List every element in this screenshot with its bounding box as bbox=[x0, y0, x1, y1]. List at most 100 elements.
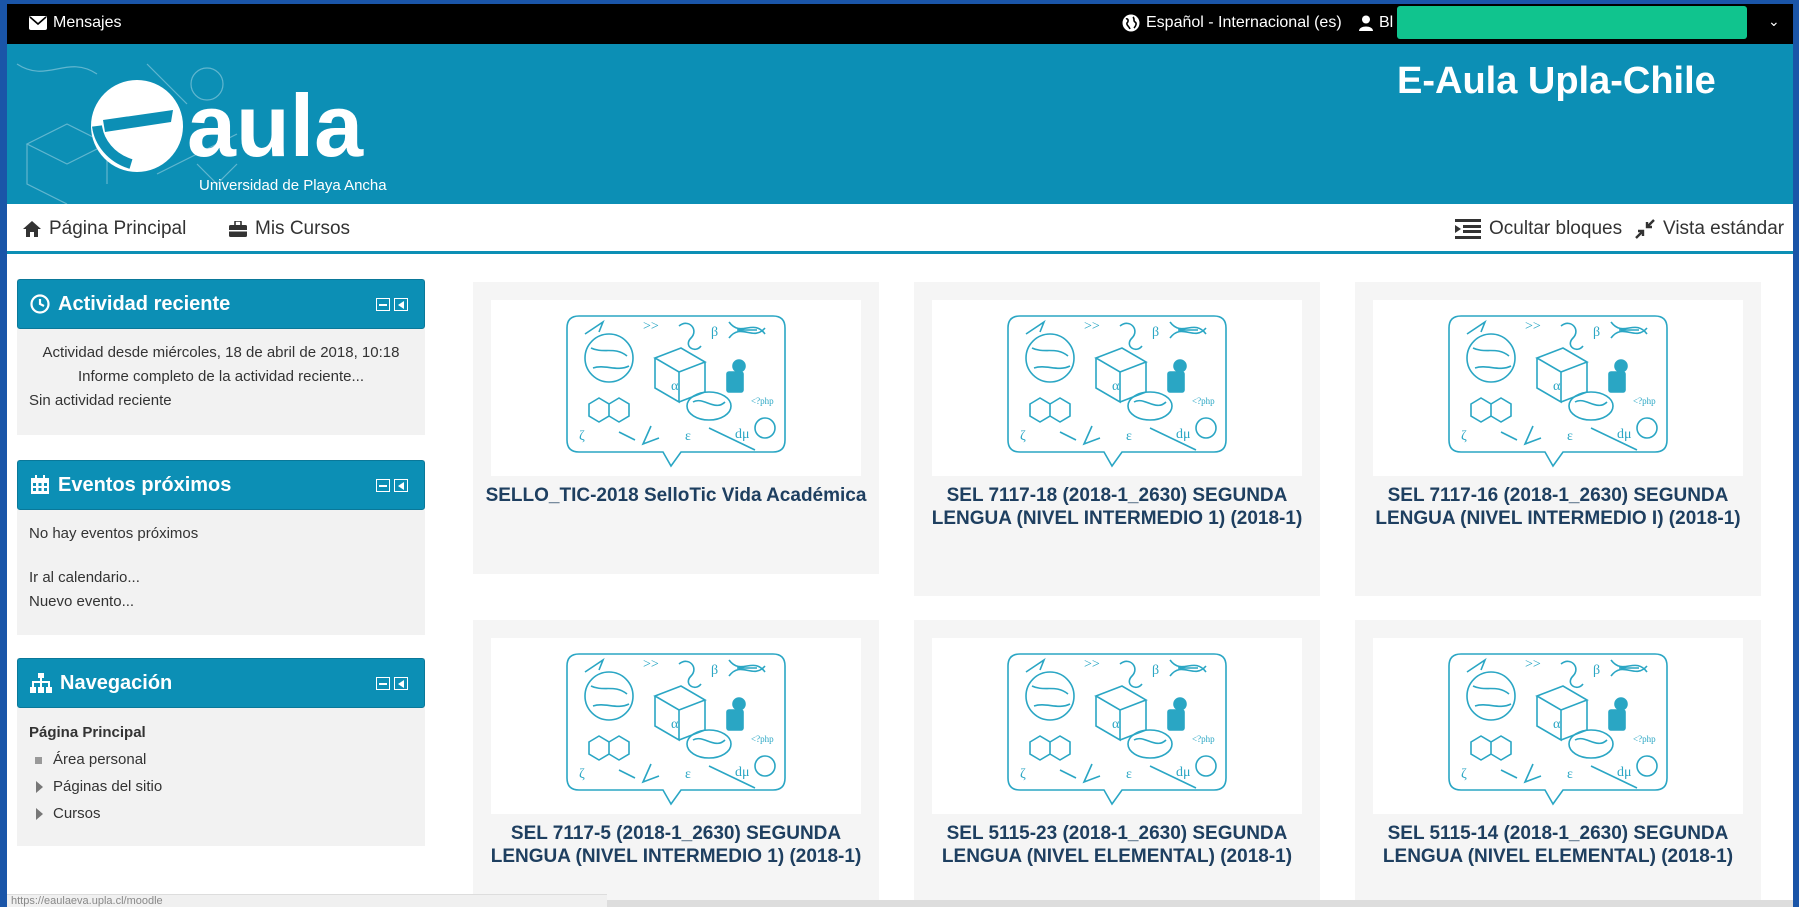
course-image: >> β α ε dμ ζ <?php bbox=[491, 300, 861, 476]
svg-text:dμ: dμ bbox=[1176, 427, 1191, 442]
svg-text:ε: ε bbox=[685, 429, 691, 444]
course-image: >> β α ε dμ ζ <?php bbox=[1373, 300, 1743, 476]
course-title[interactable]: SEL 7117-16 (2018-1_2630) SEGUNDA LENGUA… bbox=[1365, 484, 1751, 530]
nav-my-courses-label: Mis Cursos bbox=[255, 218, 351, 239]
calendar-icon bbox=[31, 475, 49, 494]
nav-tree-item-personal[interactable]: Área personal bbox=[29, 746, 413, 773]
nav-home-label: Página Principal bbox=[49, 218, 187, 239]
course-card[interactable]: >> β α ε dμ ζ <?php SEL 5115-14 (2018-1_2630) … bbox=[1355, 620, 1761, 907]
svg-text:α: α bbox=[1553, 379, 1561, 394]
indent-icon bbox=[1455, 219, 1481, 239]
svg-text:α: α bbox=[1553, 717, 1561, 732]
chevron-down-icon[interactable]: ⌄ bbox=[1768, 13, 1780, 30]
course-image: >> β α ε dμ ζ <?php bbox=[491, 638, 861, 814]
main-navigation: Página Principal Mis Cursos Ocultar bloq… bbox=[7, 204, 1793, 254]
calendar-link[interactable]: Ir al calendario... bbox=[29, 569, 140, 586]
minimize-icon[interactable] bbox=[376, 479, 390, 492]
svg-text:ε: ε bbox=[1567, 429, 1573, 444]
minimize-icon[interactable] bbox=[376, 677, 390, 690]
home-icon bbox=[23, 221, 41, 237]
redacted-user-name bbox=[1397, 6, 1747, 39]
nav-tree-item-label: Páginas del sitio bbox=[53, 778, 163, 795]
svg-text:>>: >> bbox=[643, 657, 659, 672]
svg-text:β: β bbox=[1593, 325, 1600, 340]
course-title[interactable]: SEL 5115-23 (2018-1_2630) SEGUNDA LENGUA… bbox=[924, 822, 1310, 868]
compress-icon bbox=[1635, 219, 1655, 239]
course-title[interactable]: SEL 5115-14 (2018-1_2630) SEGUNDA LENGUA… bbox=[1365, 822, 1751, 868]
svg-text:α: α bbox=[671, 717, 679, 732]
nav-tree-item-site-pages[interactable]: Páginas del sitio bbox=[29, 773, 413, 800]
course-card[interactable]: >> β α ε dμ ζ <?php SEL 7117-5 (2018-1_2630) S… bbox=[473, 620, 879, 907]
caret-right-icon bbox=[36, 781, 43, 793]
course-card[interactable]: >> β α ε dμ ζ <?php SEL 7117-16 (2018-1_2630) … bbox=[1355, 282, 1761, 596]
course-image: >> β α ε dμ ζ <?php bbox=[1373, 638, 1743, 814]
no-events-text: No hay eventos próximos bbox=[29, 525, 199, 542]
standard-view-button[interactable]: Vista estándar bbox=[1635, 218, 1784, 240]
nav-tree-home[interactable]: Página Principal bbox=[29, 724, 146, 741]
full-report-link[interactable]: Informe completo de la actividad recient… bbox=[78, 368, 364, 385]
clock-icon bbox=[30, 294, 50, 314]
course-title[interactable]: SEL 7117-5 (2018-1_2630) SEGUNDA LENGUA … bbox=[483, 822, 869, 868]
svg-text:dμ: dμ bbox=[735, 427, 750, 442]
browser-viewport: Mensajes Español - Internacional (es) Bl… bbox=[7, 4, 1793, 907]
hide-blocks-button[interactable]: Ocultar bloques bbox=[1455, 218, 1622, 240]
dock-icon[interactable] bbox=[394, 298, 408, 311]
upcoming-events-header: Eventos próximos bbox=[17, 460, 425, 510]
course-image: >> β α ε dμ ζ <?php bbox=[932, 300, 1302, 476]
sitemap-icon bbox=[30, 673, 52, 693]
new-event-link[interactable]: Nuevo evento... bbox=[29, 593, 134, 610]
svg-text:>>: >> bbox=[1084, 657, 1100, 672]
course-card[interactable]: >> β α ε dμ ζ <?php SELLO_TIC-2018 SelloTic Vi… bbox=[473, 282, 879, 574]
navigation-title: Navegación bbox=[60, 671, 173, 694]
nav-tree-item-courses[interactable]: Cursos bbox=[29, 800, 413, 827]
dock-icon[interactable] bbox=[394, 479, 408, 492]
navigation-header: Navegación bbox=[17, 658, 425, 708]
nav-home-link[interactable]: Página Principal bbox=[23, 218, 186, 240]
course-image: >> β α ε dμ ζ <?php bbox=[932, 638, 1302, 814]
course-title[interactable]: SEL 7117-18 (2018-1_2630) SEGUNDA LENGUA… bbox=[924, 484, 1310, 530]
svg-text:>>: >> bbox=[1525, 319, 1541, 334]
svg-text:ε: ε bbox=[1126, 767, 1132, 782]
svg-text:ζ: ζ bbox=[579, 429, 585, 444]
course-card[interactable]: >> β α ε dμ ζ <?php SEL 7117-18 (2018-1_2630) … bbox=[914, 282, 1320, 596]
svg-text:>>: >> bbox=[1525, 657, 1541, 672]
envelope-icon bbox=[29, 16, 47, 30]
svg-text:ζ: ζ bbox=[1020, 429, 1026, 444]
logo-subtitle: Universidad de Playa Ancha bbox=[199, 177, 387, 194]
upcoming-events-block: Eventos próximos No hay eventos próximos… bbox=[17, 460, 425, 635]
block-controls bbox=[376, 479, 408, 492]
svg-text:dμ: dμ bbox=[735, 765, 750, 780]
hide-blocks-label: Ocultar bloques bbox=[1489, 218, 1623, 239]
nav-my-courses-link[interactable]: Mis Cursos bbox=[229, 218, 350, 240]
user-menu[interactable]: Bl bbox=[1359, 14, 1393, 32]
minimize-icon[interactable] bbox=[376, 298, 390, 311]
no-activity-text: Sin actividad reciente bbox=[29, 392, 172, 409]
upcoming-events-title: Eventos próximos bbox=[58, 473, 232, 496]
svg-text:α: α bbox=[671, 379, 679, 394]
recent-activity-title: Actividad reciente bbox=[58, 292, 231, 315]
svg-text:>>: >> bbox=[1084, 319, 1100, 334]
activity-since: Actividad desde miércoles, 18 de abril d… bbox=[42, 344, 400, 361]
block-controls bbox=[376, 298, 408, 311]
svg-text:dμ: dμ bbox=[1176, 765, 1191, 780]
svg-text:ε: ε bbox=[685, 767, 691, 782]
svg-text:ζ: ζ bbox=[579, 767, 585, 782]
recent-activity-block: Actividad reciente Actividad desde miérc… bbox=[17, 279, 425, 435]
status-bar-url: https://eaulaeva.upla.cl/moodle bbox=[7, 894, 607, 907]
caret-right-icon bbox=[36, 808, 43, 820]
messages-link[interactable]: Mensajes bbox=[29, 14, 121, 32]
navigation-block: Navegación Página Principal Área persona… bbox=[17, 658, 425, 846]
dock-icon[interactable] bbox=[394, 677, 408, 690]
svg-text:α: α bbox=[1112, 379, 1120, 394]
svg-text:<?php: <?php bbox=[1633, 396, 1656, 406]
site-header: aula Universidad de Playa Ancha E-Aula U… bbox=[7, 44, 1793, 204]
logo-text: aula bbox=[187, 76, 364, 175]
messages-label: Mensajes bbox=[53, 14, 122, 31]
nav-tree-item-label: Área personal bbox=[53, 751, 147, 768]
language-menu[interactable]: Español - Internacional (es) bbox=[1122, 14, 1342, 32]
svg-text:dμ: dμ bbox=[1617, 427, 1632, 442]
svg-text:ζ: ζ bbox=[1461, 767, 1467, 782]
horizontal-scrollbar[interactable] bbox=[607, 900, 1793, 907]
course-card[interactable]: >> β α ε dμ ζ <?php SEL 5115-23 (2018-1_2630) … bbox=[914, 620, 1320, 907]
course-title[interactable]: SELLO_TIC-2018 SelloTic Vida Académica bbox=[483, 484, 869, 507]
